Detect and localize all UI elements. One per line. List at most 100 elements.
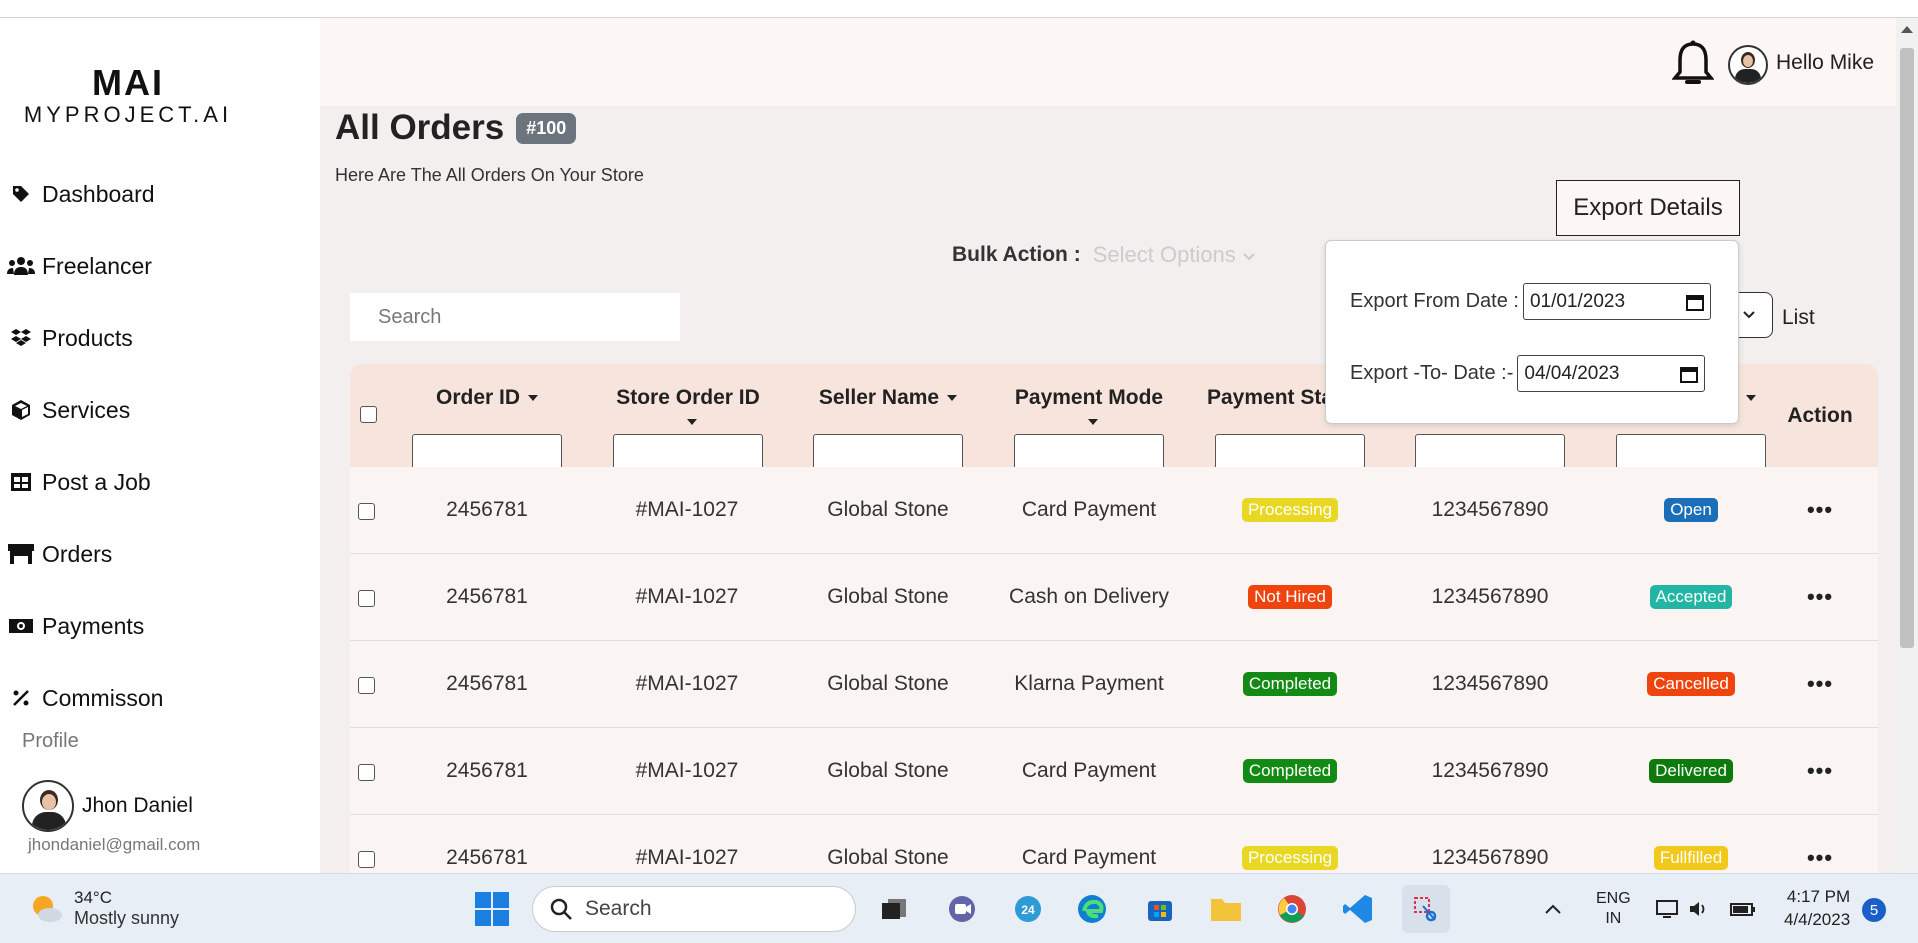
language-indicator[interactable]: ENG IN [1596, 874, 1631, 943]
column-payment-mode[interactable]: Payment Mode [1014, 386, 1164, 475]
cell-phone: 1234567890 [1431, 498, 1549, 521]
table-row[interactable]: 2456781 #MAI-1027 Global Stone Card Payment… [350, 467, 1878, 554]
column-store-order-id[interactable]: Store Order ID [613, 386, 763, 475]
sidebar-item-freelancer[interactable]: Freelancer [6, 230, 163, 302]
export-to-label: Export -To- Date :- [1350, 362, 1514, 384]
more-options-icon[interactable]: ••• [1807, 845, 1833, 871]
more-options-icon[interactable]: ••• [1807, 758, 1833, 784]
page-title-text: All Orders [335, 108, 505, 147]
cell-order-status: Cancelled [1591, 641, 1791, 727]
sidebar-item-dashboard[interactable]: Dashboard [6, 158, 163, 230]
row-checkbox[interactable] [358, 503, 375, 520]
table-row[interactable]: 2456781 #MAI-1027 Global Stone Cash on Deli… [350, 554, 1878, 641]
search-icon [550, 898, 572, 920]
orders-table: Order ID Store Order ID Seller Name Paym… [350, 364, 1878, 902]
sidebar-item-payments[interactable]: Payments [6, 590, 163, 662]
user-greeting[interactable]: Hello Mike [1776, 51, 1874, 75]
calendar-icon[interactable] [1680, 365, 1699, 383]
sidebar-item-services[interactable]: Services [6, 374, 163, 446]
scroll-thumb[interactable] [1900, 48, 1914, 648]
chrome-icon[interactable] [1272, 889, 1312, 929]
cell-phone: 1234567890 [1431, 759, 1549, 782]
table-icon [6, 472, 36, 492]
show-hidden-icons-chevron-icon[interactable] [1544, 874, 1562, 943]
edge-browser-icon[interactable] [1072, 889, 1112, 929]
payment-status-badge: Processing [1241, 497, 1339, 523]
payment-status-badge: Completed [1242, 671, 1338, 697]
column-action: Action [1787, 404, 1853, 427]
more-options-icon[interactable]: ••• [1807, 671, 1833, 697]
export-details-button[interactable]: Export Details [1556, 180, 1740, 236]
column-seller-name[interactable]: Seller Name [813, 386, 963, 475]
search-input[interactable] [350, 293, 680, 341]
windows-start-icon[interactable] [474, 891, 510, 932]
vscode-icon[interactable] [1338, 889, 1378, 929]
sidebar-item-label: Orders [42, 540, 113, 567]
logo[interactable]: MAI MYPROJECT.AI [18, 62, 238, 128]
svg-text:24: 24 [1021, 903, 1035, 917]
taskbar-search[interactable]: Search [532, 886, 856, 932]
notification-count-badge[interactable]: 5 [1862, 898, 1886, 922]
calendar-icon[interactable] [1685, 293, 1704, 311]
more-options-icon[interactable]: ••• [1807, 497, 1833, 523]
table-row[interactable]: 2456781 #MAI-1027 Global Stone Card Payment… [350, 728, 1878, 815]
cell-action: ••• [1770, 554, 1870, 640]
scroll-up-arrow-icon[interactable] [1901, 26, 1913, 33]
network-icon[interactable] [1656, 874, 1678, 943]
export-to-date-input[interactable]: 04/04/2023 [1517, 355, 1706, 392]
cell-store-order-id: #MAI-1027 [635, 672, 739, 695]
bulk-action-select[interactable]: Select Options [1093, 242, 1256, 268]
cell-payment-status: Completed [1190, 641, 1390, 727]
column-order-id[interactable]: Order ID [412, 386, 562, 475]
teams-icon[interactable] [942, 889, 982, 929]
weather-temperature: 34°C [74, 888, 112, 907]
cell-phone: 1234567890 [1431, 585, 1549, 608]
cube-icon [6, 399, 36, 421]
export-from-date-value: 01/01/2023 [1529, 290, 1626, 312]
sidebar-item-label: Freelancer [42, 252, 152, 279]
cell-payment-status: Processing [1190, 467, 1390, 553]
cell-store-order-id: #MAI-1027 [635, 585, 739, 608]
sidebar-item-products[interactable]: Products [6, 302, 163, 374]
row-checkbox[interactable] [358, 764, 375, 781]
cell-order-id: 2456781 [446, 498, 528, 521]
calendar-app-icon[interactable]: 24 [1008, 889, 1048, 929]
sidebar-item-label: Services [42, 396, 131, 423]
sidebar-item-label: Payments [42, 612, 145, 639]
header-avatar[interactable] [1728, 45, 1768, 85]
row-checkbox[interactable] [358, 677, 375, 694]
task-view-icon[interactable] [874, 889, 914, 929]
sidebar-item-commission[interactable]: Commisson [6, 662, 163, 734]
page-scrollbar[interactable] [1896, 18, 1918, 880]
table-row[interactable]: 2456781 #MAI-1027 Global Stone Klarna Payme… [350, 641, 1878, 728]
tag-icon [6, 184, 36, 204]
caret-down-icon [528, 395, 539, 402]
chevron-down-icon [1243, 253, 1255, 261]
select-all-checkbox[interactable] [360, 406, 377, 423]
sidebar-item-label: Dashboard [42, 180, 155, 207]
file-explorer-icon[interactable] [1206, 889, 1246, 929]
sidebar-item-orders[interactable]: Orders [6, 518, 163, 590]
bell-icon[interactable] [1671, 40, 1715, 93]
export-from-label: Export From Date : [1350, 290, 1519, 312]
taskbar-search-text: Search [585, 897, 652, 920]
cell-order-status: Delivered [1591, 728, 1791, 814]
cell-payment-status: Not Hired [1190, 554, 1390, 640]
profile-card[interactable]: Jhon Daniel [22, 780, 193, 832]
sidebar-item-post-job[interactable]: Post a Job [6, 446, 163, 518]
system-clock[interactable]: 4:17 PM 4/4/2023 [1784, 886, 1850, 932]
cell-payment-mode: Cash on Delivery [1009, 585, 1169, 608]
row-checkbox[interactable] [358, 590, 375, 607]
cell-seller-name: Global Stone [827, 498, 949, 521]
more-options-icon[interactable]: ••• [1807, 584, 1833, 610]
export-from-date-input[interactable]: 01/01/2023 [1522, 283, 1711, 320]
snipping-tool-icon[interactable] [1402, 885, 1450, 933]
volume-icon[interactable] [1688, 874, 1710, 943]
battery-icon[interactable] [1730, 874, 1756, 943]
order-status-badge: Open [1664, 497, 1718, 523]
row-checkbox[interactable] [358, 851, 375, 868]
store-app-icon[interactable] [1140, 889, 1180, 929]
column-label: Order ID [435, 386, 521, 409]
weather-widget[interactable]: 34°C Mostly sunny [28, 888, 179, 929]
avatar [22, 780, 74, 832]
